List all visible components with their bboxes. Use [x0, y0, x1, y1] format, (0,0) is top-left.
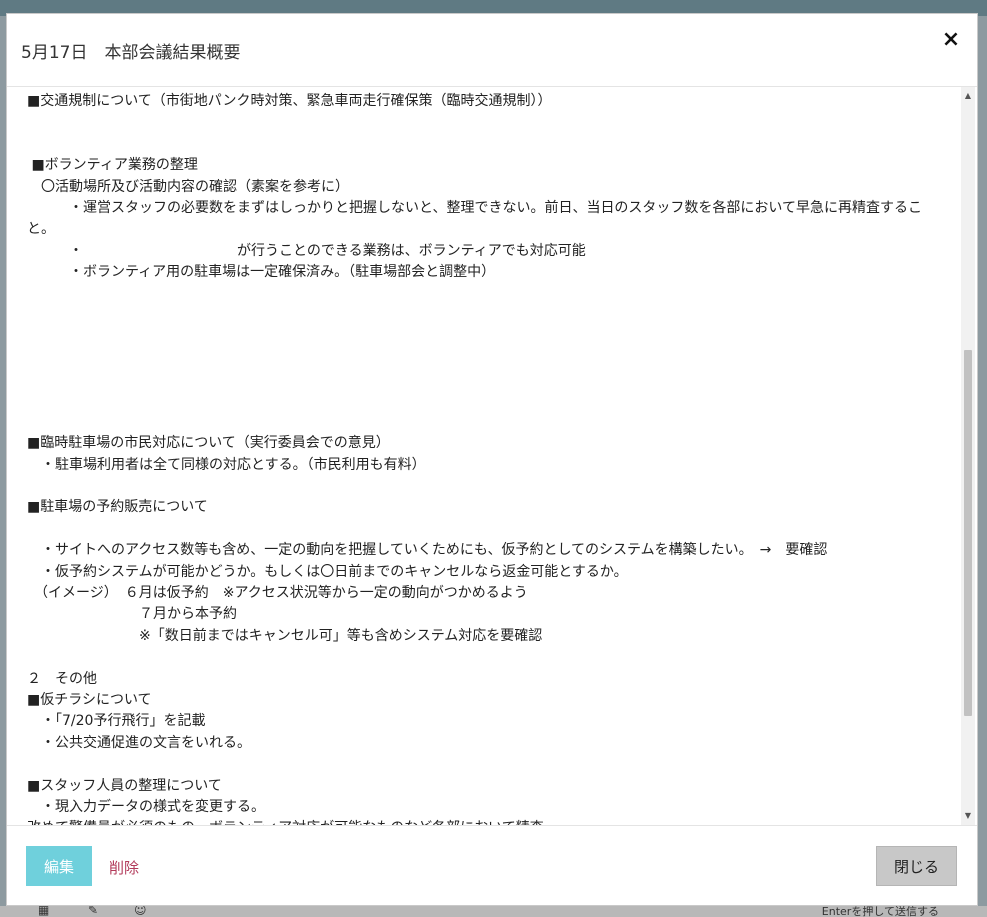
modal-footer: 編集 削除 閉じる: [7, 826, 977, 905]
memo-line: ■仮チラシについて: [27, 691, 152, 708]
close-icon[interactable]: ×: [939, 28, 963, 52]
memo-line: ・「7/20予行飛行」を記載: [27, 713, 206, 730]
memo-line: ・公共交通促進の文言をいれる。: [27, 734, 251, 751]
memo-line: ・仮予約システムが可能かどうか。もしくは〇日前までのキャンセルなら返金可能とする…: [27, 563, 628, 580]
scrollbar[interactable]: ▲ ▼: [961, 87, 975, 825]
memo-line: 改めて警備員が必須のもの、ボランティア対応が可能なものなど各部において精査。: [27, 818, 947, 825]
delete-link[interactable]: 削除: [109, 857, 139, 878]
modal-body[interactable]: ■交通規制について（市街地パンク時対策、緊急車両走行確保策（臨時交通規制）） ■…: [7, 87, 977, 826]
pen-icon: ✎: [88, 906, 99, 917]
memo-content: ■交通規制について（市街地パンク時対策、緊急車両走行確保策（臨時交通規制）） ■…: [27, 91, 947, 825]
memo-line: ■ボランティア業務の整理: [27, 157, 198, 174]
grid-icon: ▦: [38, 906, 50, 917]
memo-line: 〇活動場所及び活動内容の確認（素案を参考に）: [27, 178, 349, 195]
memo-line: ※「数日前まではキャンセル可」等も含めシステム対応を要確認: [27, 627, 543, 644]
memo-line: ・サイトへのアクセス数等も含め、一定の動向を把握していくためにも、仮予約としての…: [27, 542, 828, 559]
scroll-down-icon[interactable]: ▼: [961, 809, 975, 823]
meeting-summary-modal: 5月17日 本部会議結果概要 × ■交通規制について（市街地パンク時対策、緊急車…: [6, 13, 978, 906]
memo-line: ２ その他: [27, 670, 97, 687]
memo-line: ７月から本予約: [27, 606, 237, 623]
memo-line: ・現入力データの様式を変更する。: [27, 798, 265, 815]
memo-line: ■スタッフ人員の整理について: [27, 777, 222, 794]
memo-line: ・ボランティア用の駐車場は一定確保済み。（駐車場部会と調整中）: [27, 264, 496, 281]
modal-title: 5月17日 本部会議結果概要: [21, 43, 241, 63]
scroll-up-icon[interactable]: ▲: [961, 89, 975, 103]
memo-line: ・駐車場利用者は全て同様の対応とする。（市民利用も有料）: [27, 456, 426, 473]
memo-line: ・運営スタッフの必要数をまずはしっかりと把握しないと、整理できない。前日、当日の…: [27, 199, 923, 238]
background-toolbar: ▦ ✎ ☺ Enterを押して送信する: [0, 906, 987, 917]
emoji-icon: ☺: [134, 906, 147, 917]
modal-header: 5月17日 本部会議結果概要 ×: [7, 14, 977, 87]
memo-line: （イメージ） ６月は仮予約 ※アクセス状況等から一定の動向がつかめるよう: [27, 585, 528, 602]
scrollbar-thumb[interactable]: [964, 350, 972, 716]
enter-hint: Enterを押して送信する: [821, 906, 939, 917]
memo-line: ■駐車場の予約販売について: [27, 499, 208, 516]
edit-button[interactable]: 編集: [26, 846, 92, 886]
close-button[interactable]: 閉じる: [876, 846, 957, 886]
memo-line: ■臨時駐車場の市民対応について（実行委員会での意見）: [27, 435, 390, 452]
memo-line: ■交通規制について（市街地パンク時対策、緊急車両走行確保策（臨時交通規制））: [27, 93, 552, 109]
memo-line: ・ が行うことのできる業務は、ボランティアでも対応可能: [27, 242, 586, 259]
background-right: [978, 16, 987, 906]
